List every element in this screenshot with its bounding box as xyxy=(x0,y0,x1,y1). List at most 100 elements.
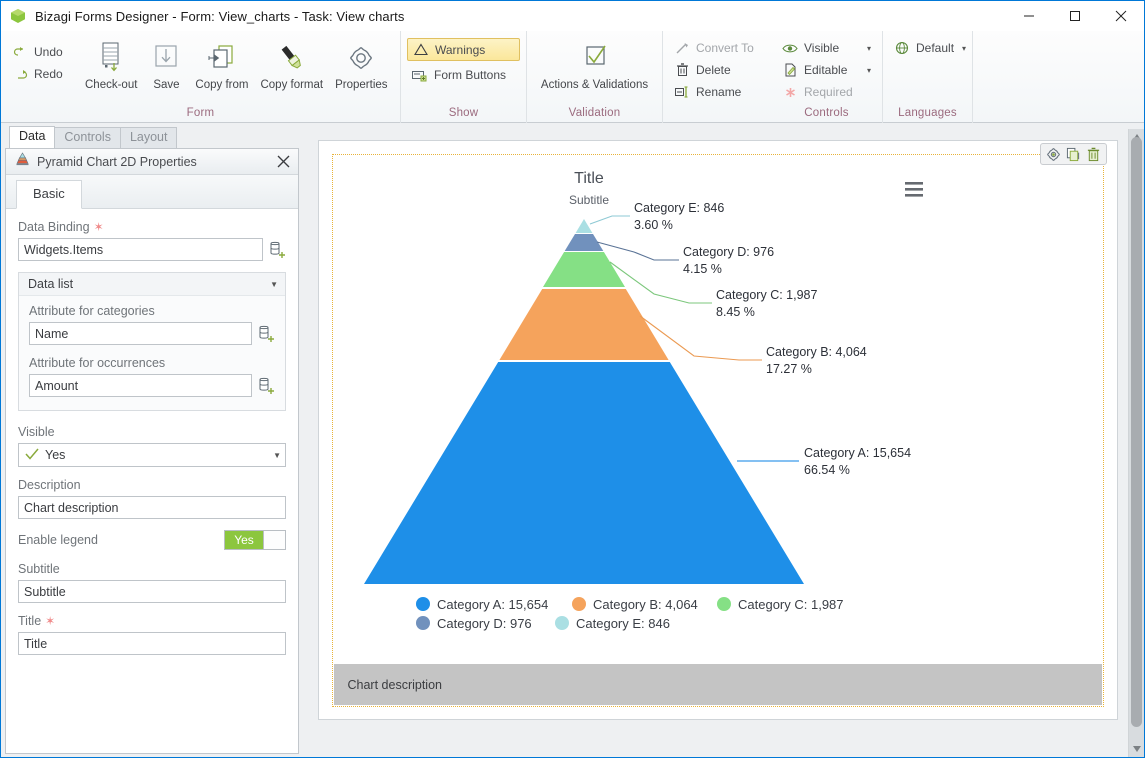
data-binding-label: Data Binding xyxy=(18,220,90,234)
visible-button[interactable]: Visible ▾ xyxy=(777,37,876,59)
ribbon-group-controls-b: Visible ▾ Editable ▾ Required Controls xyxy=(771,31,883,123)
data-label-c-pct: 8.45 % xyxy=(716,305,755,319)
data-label-a-name: Category A: 15,654 xyxy=(804,446,911,460)
chart-render-area: Title Subtitle Category E: 846 3.60 % Ca… xyxy=(333,156,1102,664)
attr-occurrences-input[interactable] xyxy=(29,374,252,397)
chart-subtitle: Subtitle xyxy=(568,193,608,207)
chevron-down-icon[interactable]: ▾ xyxy=(857,66,871,75)
description-field-row xyxy=(18,496,286,519)
tab-layout[interactable]: Layout xyxy=(119,127,178,148)
undo-label: Undo xyxy=(34,45,63,59)
copy-from-icon xyxy=(206,38,238,78)
subtitle-input[interactable] xyxy=(18,580,286,603)
pyramid-slice-category-e[interactable] xyxy=(575,219,592,233)
properties-panel-title: Pyramid Chart 2D Properties xyxy=(37,154,197,169)
copy-format-label: Copy format xyxy=(260,79,324,91)
properties-panel-header: Pyramid Chart 2D Properties xyxy=(6,149,298,175)
chart-duplicate-button[interactable] xyxy=(1065,146,1082,163)
attr-occurrences-label: Attribute for occurrences xyxy=(29,356,166,370)
chart-description-bar: Chart description xyxy=(333,664,1102,705)
save-button[interactable]: Save xyxy=(143,35,189,94)
legend-swatch xyxy=(415,616,430,630)
copy-from-button[interactable]: Copy from xyxy=(189,35,254,94)
pyramid-slice-category-a[interactable] xyxy=(363,362,804,584)
copy-format-button[interactable]: Copy format xyxy=(254,35,329,94)
convert-to-button[interactable]: Convert To xyxy=(669,37,765,59)
legend-label: Category C: 1,987 xyxy=(738,597,844,612)
tab-controls[interactable]: Controls xyxy=(54,127,121,148)
warning-triangle-icon xyxy=(413,42,429,58)
warnings-label: Warnings xyxy=(435,42,486,57)
legend-swatch xyxy=(554,616,569,630)
attr-occurrences-row xyxy=(29,374,275,397)
legend-swatch xyxy=(716,597,731,611)
pyramid-slice-category-c[interactable] xyxy=(542,252,625,287)
chevron-down-icon[interactable]: ▾ xyxy=(857,44,871,53)
data-binding-input[interactable] xyxy=(18,238,263,261)
copy-format-icon xyxy=(276,38,308,78)
save-label: Save xyxy=(153,79,180,91)
legend-item-category-b[interactable]: Category B: 4,064 xyxy=(571,597,698,612)
close-icon[interactable] xyxy=(1098,1,1144,31)
delete-button[interactable]: Delete xyxy=(669,59,765,81)
rename-button[interactable]: Rename xyxy=(669,81,765,103)
editable-button[interactable]: Editable ▾ xyxy=(777,59,876,81)
tab-data[interactable]: Data xyxy=(9,126,56,148)
subtab-basic[interactable]: Basic xyxy=(16,180,82,209)
default-language-button[interactable]: Default ▾ xyxy=(889,37,966,59)
chart-settings-button[interactable] xyxy=(1045,146,1062,163)
ribbon-group-label-show: Show xyxy=(448,107,479,119)
properties-button[interactable]: Properties xyxy=(329,35,393,94)
undo-icon xyxy=(12,44,28,60)
scroll-down-icon[interactable] xyxy=(1129,741,1144,757)
data-list-group-header[interactable]: Data list ▼ xyxy=(19,273,285,296)
cube-icon xyxy=(10,8,26,24)
attr-categories-input[interactable] xyxy=(29,322,252,345)
convert-to-icon xyxy=(674,40,690,56)
legend-item-category-e[interactable]: Category E: 846 xyxy=(554,616,670,631)
data-list-group-body: Attribute for categories Name Attribute … xyxy=(19,296,285,410)
legend-item-category-c[interactable]: Category C: 1,987 xyxy=(716,597,844,612)
chart-mini-toolbar xyxy=(1039,143,1107,165)
subtitle-field-label: Subtitle xyxy=(18,562,60,576)
chevron-down-icon[interactable]: ▼ xyxy=(273,451,281,460)
window-controls xyxy=(1006,1,1144,31)
chart-title: Title xyxy=(574,170,604,187)
canvas-vertical-scrollbar[interactable] xyxy=(1128,129,1144,757)
pyramid-slice-category-b[interactable] xyxy=(498,289,669,360)
chevron-down-icon[interactable]: ▼ xyxy=(270,280,278,289)
chevron-down-icon[interactable]: ▾ xyxy=(960,44,966,53)
form-buttons-button[interactable]: Form Buttons xyxy=(407,64,520,86)
required-button[interactable]: Required xyxy=(777,81,876,103)
enable-legend-toggle[interactable]: Yes xyxy=(224,530,286,550)
database-picker-icon[interactable] xyxy=(269,240,286,259)
ribbon-group-show: Warnings Form Buttons Show xyxy=(401,31,527,123)
visible-select[interactable]: Yes ▼ xyxy=(18,443,286,467)
checkbox-check-icon xyxy=(578,38,612,78)
database-picker-icon[interactable] xyxy=(258,324,275,343)
maximize-icon[interactable] xyxy=(1052,1,1098,31)
close-icon[interactable] xyxy=(272,151,294,173)
actions-validations-button[interactable]: Actions & Validations xyxy=(535,35,654,94)
hamburger-menu-icon[interactable] xyxy=(904,182,923,197)
database-picker-icon[interactable] xyxy=(258,376,275,395)
eye-icon xyxy=(782,40,798,56)
rename-label: Rename xyxy=(696,85,742,99)
redo-button[interactable]: Redo xyxy=(7,63,79,85)
check-out-button[interactable]: Check-out xyxy=(79,35,143,94)
enable-legend-toggle-value: Yes xyxy=(225,531,263,549)
legend-item-category-d[interactable]: Category D: 976 xyxy=(415,616,532,631)
chart-delete-button[interactable] xyxy=(1085,146,1102,163)
chart-widget-selection[interactable]: Title Subtitle Category E: 846 3.60 % Ca… xyxy=(331,143,1107,707)
minimize-icon[interactable] xyxy=(1006,1,1052,31)
main-area: Data Controls Layout Pyramid Chart 2D Pr… xyxy=(1,123,1144,757)
data-list-group: Data list ▼ Attribute for categories Nam… xyxy=(18,272,286,411)
undo-button[interactable]: Undo xyxy=(7,41,79,63)
legend-item-category-a[interactable]: Category A: 15,654 xyxy=(415,597,548,612)
description-input[interactable] xyxy=(18,496,286,519)
scrollbar-thumb[interactable] xyxy=(1131,137,1142,727)
actions-validations-label: Actions & Validations xyxy=(540,79,649,91)
application-window: Bizagi Forms Designer - Form: View_chart… xyxy=(0,0,1145,758)
warnings-button[interactable]: Warnings xyxy=(407,38,520,61)
title-input[interactable] xyxy=(18,632,286,655)
